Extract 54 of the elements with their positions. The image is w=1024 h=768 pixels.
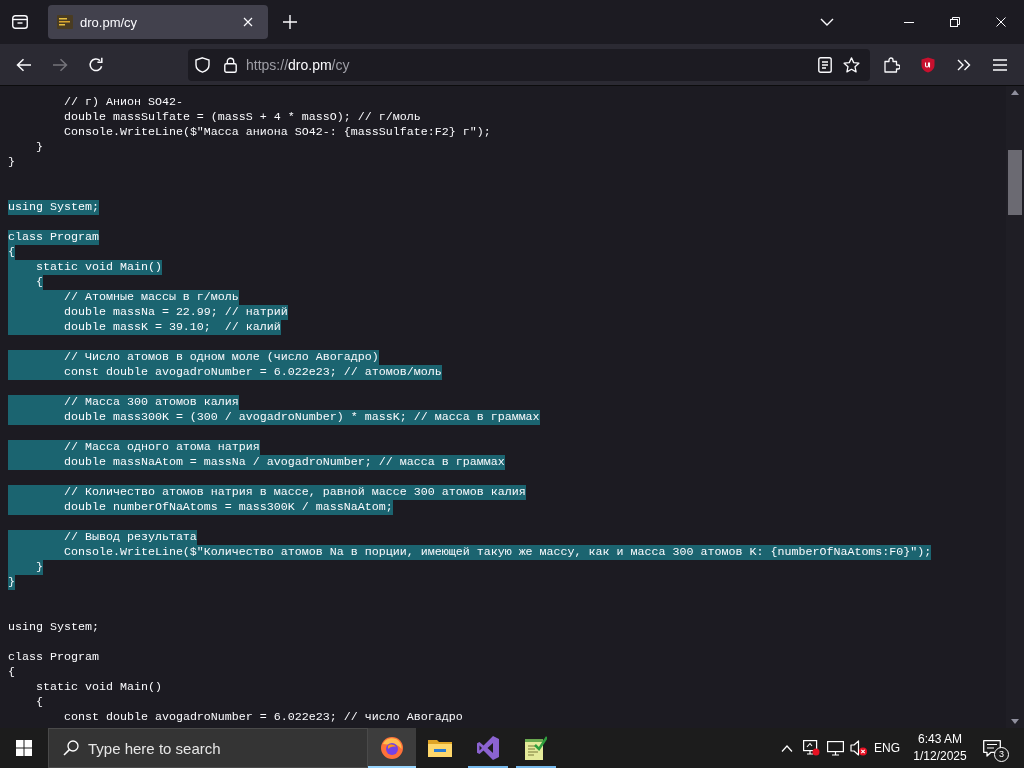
tray-icon — [12, 15, 28, 29]
code-line: } — [36, 140, 43, 155]
minimize-icon — [904, 21, 914, 23]
code-line: } — [8, 155, 15, 170]
notepad-icon — [525, 736, 547, 760]
puzzle-icon — [884, 56, 900, 73]
url-text[interactable]: https://dro.pm/cy — [246, 56, 350, 73]
browser-tab[interactable]: dro.pm/cy — [48, 5, 268, 39]
speech-bubble-icon — [983, 739, 1001, 757]
orb-icon — [380, 736, 404, 760]
menu-icon — [993, 58, 1007, 71]
star-icon[interactable] — [843, 56, 860, 73]
network-icon — [826, 740, 844, 756]
monitor-alert-icon — [802, 740, 820, 756]
scroll-down-icon[interactable] — [1011, 719, 1019, 724]
lock-icon[interactable] — [224, 56, 237, 73]
reader-view-icon[interactable] — [818, 56, 832, 73]
notifications-button[interactable]: 3 — [975, 728, 1009, 768]
code-line: { — [8, 665, 15, 680]
plus-icon — [283, 15, 297, 29]
shield-icon[interactable] — [195, 56, 210, 73]
page-icon — [57, 14, 73, 30]
code-line: // г) Анион SO42- — [63, 95, 183, 110]
speaker-icon — [849, 740, 867, 756]
clock-date[interactable]: 1/12/2025 — [913, 748, 967, 765]
restore-icon — [950, 17, 960, 27]
four-squares-icon — [16, 740, 32, 756]
scrollbar-thumb[interactable] — [1008, 150, 1022, 215]
shield-icon — [921, 56, 935, 73]
code-line: static void Main() — [36, 680, 162, 695]
code-line: using System; — [8, 620, 99, 635]
code-line: double massSulfate = (massS + 4 * massO); // г/моль — [63, 110, 421, 125]
scroll-up-icon[interactable] — [1011, 90, 1019, 95]
caret-up-icon — [781, 744, 793, 752]
search-field[interactable]: Type here to search — [48, 728, 368, 768]
clock-time[interactable]: 6:43 AM — [918, 731, 962, 748]
code-line: class Program — [8, 650, 99, 665]
search-icon — [63, 740, 79, 756]
close-icon — [243, 17, 253, 27]
arrow-right-icon — [52, 57, 68, 72]
code-line: Console.WriteLine($"Масса аниона SO42-: {massSulfate:F2} г"); — [63, 125, 491, 140]
browser-app-button[interactable] — [368, 728, 416, 768]
notification-count: 3 — [994, 747, 1009, 762]
language-indicator[interactable]: ENG — [869, 741, 905, 755]
code-line: { — [36, 695, 43, 710]
reload-icon — [88, 56, 104, 73]
double-chevron-icon — [957, 58, 971, 71]
close-icon — [996, 17, 1006, 27]
arrow-left-icon — [16, 57, 32, 72]
chevron-down-icon — [820, 18, 834, 26]
address-field[interactable]: https://dro.pm/cy — [188, 48, 870, 81]
folder-icon — [428, 738, 452, 758]
code-line: const double avogadroNumber = 6.022e23; // число Авогадро — [63, 710, 463, 725]
ribbon-icon — [477, 736, 499, 760]
